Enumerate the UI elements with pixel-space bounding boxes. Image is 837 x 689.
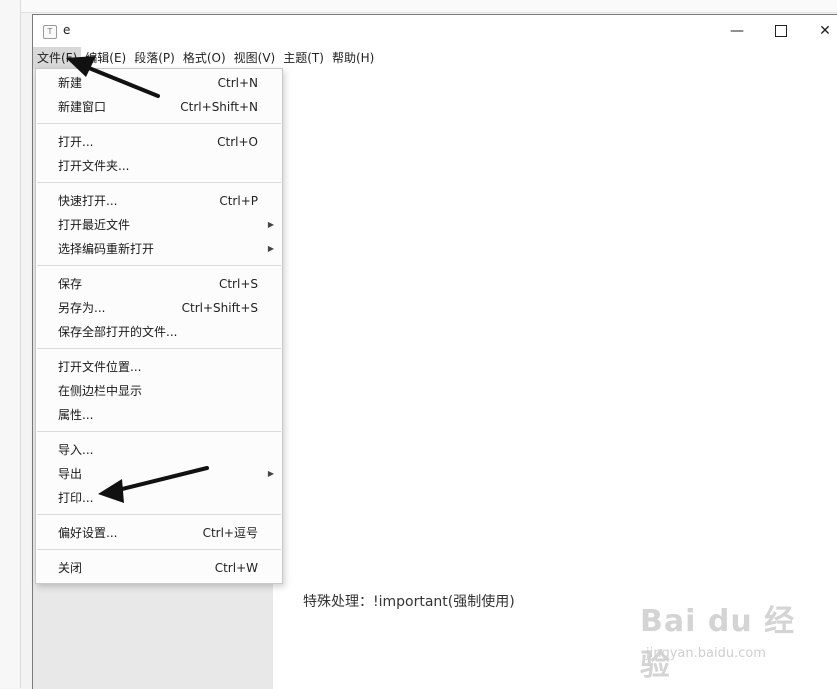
menu-item-label: 选择编码重新打开 (58, 242, 155, 256)
maximize-icon (775, 25, 787, 37)
file-menu-dropdown: 新建 Ctrl+N 新建窗口 Ctrl+Shift+N 打开... Ctrl+O 打开… (35, 68, 283, 584)
menu-item-shortcut: Ctrl+Shift+N (180, 100, 258, 114)
menu-item-label: 打开文件夹... (58, 159, 130, 173)
menu-item-label: 导出 (58, 467, 83, 481)
close-icon: ✕ (819, 23, 831, 39)
menu-item-print[interactable]: 打印... (36, 486, 282, 510)
menu-bar: 文件(F) 编辑(E) 段落(P) 格式(O) 视图(V) 主题(T) 帮助(H… (33, 47, 837, 69)
close-button[interactable]: ✕ (803, 15, 837, 47)
watermark-url: jingyan.baidu.com (646, 646, 766, 661)
menu-item-label: 在侧边栏中显示 (58, 384, 143, 398)
menu-help[interactable]: 帮助(H) (328, 47, 378, 69)
menu-item-label: 打开最近文件 (58, 218, 131, 232)
watermark-logo-text: Bai du 经验 (640, 604, 796, 683)
submenu-arrow-icon: ▶ (267, 244, 274, 253)
menu-file[interactable]: 文件(F) (33, 47, 82, 69)
menu-item-open[interactable]: 打开... Ctrl+O (36, 130, 282, 154)
background-app-sidebar (0, 0, 21, 688)
menu-theme[interactable]: 主题(T) (279, 47, 328, 69)
editor-line[interactable]: 特殊处理：!important(强制使用) (303, 591, 515, 611)
minimize-icon: — (730, 23, 744, 39)
menu-item-label: 导入... (58, 443, 94, 457)
app-icon: T (43, 25, 57, 39)
menu-view[interactable]: 视图(V) (230, 47, 280, 69)
menu-item-label: 新建 (58, 76, 83, 90)
menu-separator (37, 182, 281, 183)
minimize-button[interactable]: — (715, 15, 759, 47)
menu-item-label: 偏好设置... (58, 526, 118, 540)
menu-item-recent-files[interactable]: 打开最近文件 ▶ (36, 213, 282, 237)
menu-separator (37, 549, 281, 550)
menu-item-shortcut: Ctrl+N (217, 76, 258, 90)
menu-item-reopen-encoding[interactable]: 选择编码重新打开 ▶ (36, 237, 282, 261)
menu-item-import[interactable]: 导入... (36, 438, 282, 462)
menu-item-label: 快速打开... (58, 194, 118, 208)
menu-item-reveal-sidebar[interactable]: 在侧边栏中显示 (36, 379, 282, 403)
submenu-arrow-icon: ▶ (267, 220, 274, 229)
window-title: e (63, 23, 71, 37)
menu-item-label: 新建窗口 (58, 100, 107, 114)
menu-format[interactable]: 格式(O) (179, 47, 230, 69)
baidu-watermark: Bai du 经验 jingyan.baidu.com (640, 596, 810, 683)
background-app-strip (0, 0, 837, 13)
menu-item-save[interactable]: 保存 Ctrl+S (36, 272, 282, 296)
submenu-arrow-icon: ▶ (267, 469, 274, 478)
menu-item-shortcut: Ctrl+W (214, 561, 258, 575)
menu-separator (37, 348, 281, 349)
menu-item-shortcut: Ctrl+O (217, 135, 258, 149)
menu-item-label: 保存 (58, 277, 83, 291)
menu-item-open-folder[interactable]: 打开文件夹... (36, 154, 282, 178)
menu-item-label: 属性... (58, 408, 94, 422)
menu-item-save-as[interactable]: 另存为... Ctrl+Shift+S (36, 296, 282, 320)
menu-item-open-location[interactable]: 打开文件位置... (36, 355, 282, 379)
menu-item-save-all[interactable]: 保存全部打开的文件... (36, 320, 282, 344)
maximize-button[interactable] (759, 15, 803, 47)
menu-item-properties[interactable]: 属性... (36, 403, 282, 427)
menu-paragraph[interactable]: 段落(P) (130, 47, 179, 69)
menu-item-new[interactable]: 新建 Ctrl+N (36, 71, 282, 95)
menu-item-label: 打印... (58, 491, 94, 505)
menu-item-shortcut: Ctrl+S (218, 277, 258, 291)
menu-item-export[interactable]: 导出 ▶ (36, 462, 282, 486)
menu-item-preferences[interactable]: 偏好设置... Ctrl+逗号 (36, 521, 282, 545)
menu-separator (37, 431, 281, 432)
menu-item-shortcut: Ctrl+逗号 (202, 526, 258, 540)
title-bar[interactable]: T e — ✕ (33, 15, 837, 47)
menu-item-label: 打开文件位置... (58, 360, 142, 374)
menu-item-quick-open[interactable]: 快速打开... Ctrl+P (36, 189, 282, 213)
menu-separator (37, 514, 281, 515)
menu-edit[interactable]: 编辑(E) (81, 47, 130, 69)
menu-item-label: 另存为... (58, 301, 106, 315)
menu-item-label: 保存全部打开的文件... (58, 325, 178, 339)
menu-separator (37, 265, 281, 266)
menu-item-shortcut: Ctrl+Shift+S (181, 301, 258, 315)
menu-item-new-window[interactable]: 新建窗口 Ctrl+Shift+N (36, 95, 282, 119)
menu-separator (37, 123, 281, 124)
menu-item-shortcut: Ctrl+P (219, 194, 258, 208)
menu-item-close[interactable]: 关闭 Ctrl+W (36, 556, 282, 580)
menu-item-label: 关闭 (58, 561, 83, 575)
menu-item-label: 打开... (58, 135, 94, 149)
